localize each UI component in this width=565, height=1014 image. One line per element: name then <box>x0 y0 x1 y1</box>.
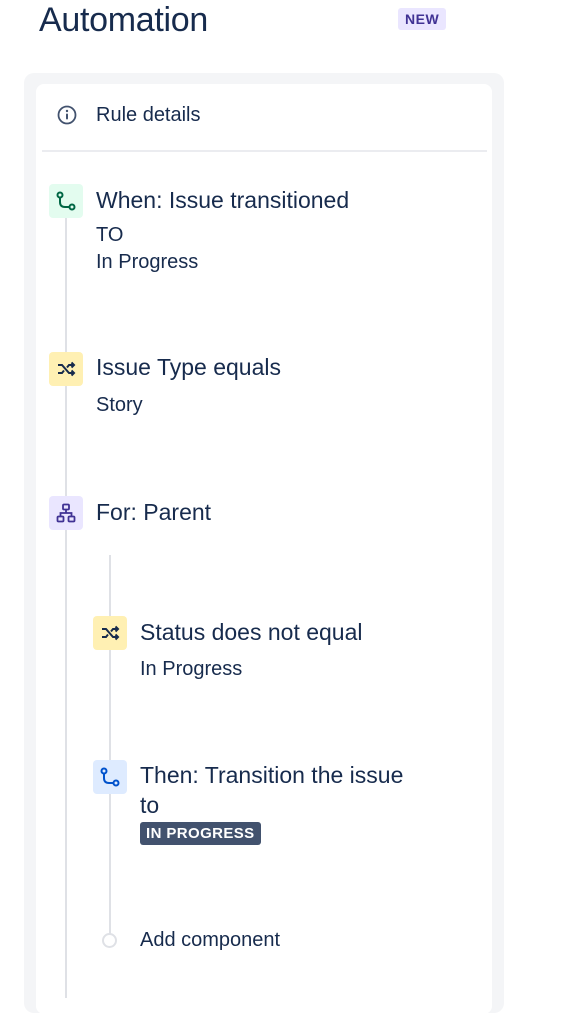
trigger-to-label: TO <box>96 224 124 246</box>
trigger-status-value: In Progress <box>96 251 199 273</box>
transition-action-title[interactable]: Then: Transition the issue <box>140 760 403 790</box>
branch-icon <box>100 767 120 787</box>
for-parent-title[interactable]: For: Parent <box>96 497 211 527</box>
action-icon[interactable] <box>93 760 127 794</box>
trigger-icon[interactable] <box>49 184 83 218</box>
divider <box>42 150 487 152</box>
branch-icon <box>56 191 76 211</box>
shuffle-icon <box>58 361 76 377</box>
page-title: Automation <box>39 1 208 39</box>
issue-type-condition-title[interactable]: Issue Type equals <box>96 352 281 382</box>
branch-icon[interactable] <box>49 496 83 530</box>
add-component-node[interactable] <box>102 933 117 948</box>
status-lozenge: IN PROGRESS <box>140 822 261 845</box>
rule-details-label: Rule details <box>96 103 201 126</box>
main-connector-line <box>65 218 67 998</box>
info-icon <box>56 104 78 126</box>
transition-action-to: to <box>140 792 160 818</box>
issue-type-value: Story <box>96 394 143 416</box>
nested-condition-icon[interactable] <box>93 616 127 650</box>
rule-details-button[interactable]: Rule details <box>56 100 201 130</box>
status-condition-title[interactable]: Status does not equal <box>140 617 363 647</box>
nested-connector-line <box>109 555 111 935</box>
add-component-button[interactable]: Add component <box>140 929 280 952</box>
condition-icon[interactable] <box>49 352 83 386</box>
trigger-title[interactable]: When: Issue transitioned <box>96 185 349 215</box>
hierarchy-icon <box>56 503 76 523</box>
shuffle-icon <box>102 625 120 641</box>
status-condition-value: In Progress <box>140 658 243 680</box>
new-badge: NEW <box>398 8 447 30</box>
